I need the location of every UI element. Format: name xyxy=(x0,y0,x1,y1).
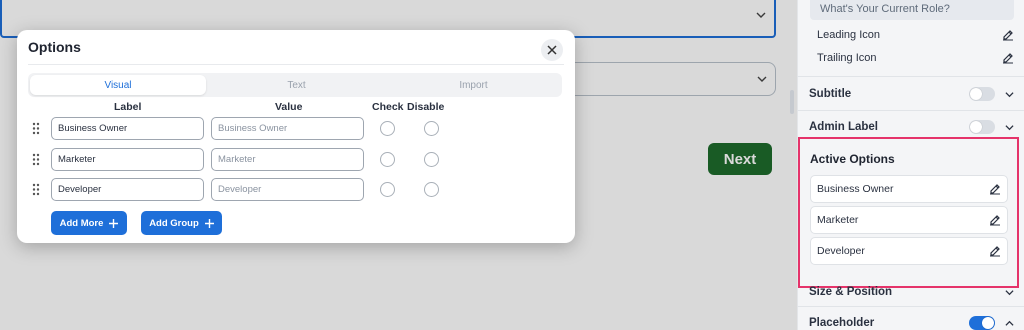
placeholder-toggle[interactable] xyxy=(969,316,995,330)
option-row: Business Owner Business Owner xyxy=(32,117,452,141)
drag-handle-icon[interactable] xyxy=(32,153,40,166)
edit-icon[interactable] xyxy=(989,183,1001,195)
add-group-label: Add Group xyxy=(149,217,199,229)
option-row: Marketer Marketer xyxy=(32,148,452,172)
edit-icon[interactable] xyxy=(1002,52,1014,64)
trailing-icon-row[interactable]: Trailing Icon xyxy=(817,52,1014,64)
size-position-row[interactable]: Size & Position xyxy=(809,286,1014,298)
option-value-input[interactable]: Developer xyxy=(211,178,364,201)
add-more-label: Add More xyxy=(59,217,104,229)
chevron-down-icon[interactable] xyxy=(1005,123,1014,132)
column-header-label: Label xyxy=(114,101,142,113)
size-position-label: Size & Position xyxy=(809,286,893,298)
placeholder-preview[interactable]: What's Your Current Role? xyxy=(810,0,1014,20)
column-header-check: Check xyxy=(372,101,404,113)
close-icon xyxy=(547,45,557,55)
admin-label-toggle[interactable] xyxy=(969,120,995,134)
admin-label-label: Admin Label xyxy=(809,121,879,133)
close-button[interactable] xyxy=(541,39,563,61)
placeholder-label: Placeholder xyxy=(809,317,875,329)
subtitle-label: Subtitle xyxy=(809,88,852,100)
active-option-item[interactable]: Developer xyxy=(810,237,1008,265)
tab-visual[interactable]: Visual xyxy=(30,75,206,95)
active-option-label: Business Owner xyxy=(817,183,894,195)
edit-icon[interactable] xyxy=(989,214,1001,226)
leading-icon-row[interactable]: Leading Icon xyxy=(817,29,1014,41)
trailing-icon-label: Trailing Icon xyxy=(817,52,877,64)
plus-icon xyxy=(204,218,214,228)
tab-import[interactable]: Import xyxy=(385,73,562,97)
disable-radio[interactable] xyxy=(424,152,439,167)
disable-radio[interactable] xyxy=(424,121,439,136)
disable-radio[interactable] xyxy=(424,182,439,197)
option-row: Developer Developer xyxy=(32,178,452,202)
scrollbar[interactable] xyxy=(790,90,794,114)
drag-handle-icon[interactable] xyxy=(32,183,40,196)
active-option-item[interactable]: Marketer xyxy=(810,206,1008,234)
chevron-down-icon[interactable] xyxy=(1005,288,1014,297)
leading-icon-label: Leading Icon xyxy=(817,29,880,41)
option-value-input[interactable]: Marketer xyxy=(211,148,364,171)
column-header-value: Value xyxy=(275,101,303,113)
tab-bar: Visual Text Import xyxy=(28,73,562,97)
placeholder-row[interactable]: Placeholder xyxy=(809,316,1014,330)
add-more-button[interactable]: Add More xyxy=(51,211,127,235)
active-option-label: Marketer xyxy=(817,214,859,226)
divider xyxy=(797,306,1024,307)
tab-text[interactable]: Text xyxy=(208,73,385,97)
active-options-title: Active Options xyxy=(810,152,895,166)
column-header-disable: Disable xyxy=(407,101,445,113)
option-label-input[interactable]: Business Owner xyxy=(51,117,204,140)
drag-handle-icon[interactable] xyxy=(32,122,40,135)
subtitle-row[interactable]: Subtitle xyxy=(809,87,1014,101)
edit-icon[interactable] xyxy=(1002,29,1014,41)
option-value-input[interactable]: Business Owner xyxy=(211,117,364,140)
divider xyxy=(797,110,1024,111)
add-group-button[interactable]: Add Group xyxy=(141,211,222,235)
option-label-input[interactable]: Developer xyxy=(51,178,204,201)
modal-title: Options xyxy=(28,39,81,55)
check-radio[interactable] xyxy=(380,121,395,136)
check-radio[interactable] xyxy=(380,152,395,167)
active-option-item[interactable]: Business Owner xyxy=(810,175,1008,203)
options-modal: Options Visual Text Import Label Value C… xyxy=(17,30,575,243)
subtitle-toggle[interactable] xyxy=(969,87,995,101)
chevron-up-icon[interactable] xyxy=(1005,319,1014,328)
active-option-label: Developer xyxy=(817,245,865,257)
edit-icon[interactable] xyxy=(989,245,1001,257)
plus-icon xyxy=(109,218,119,228)
chevron-down-icon[interactable] xyxy=(1005,90,1014,99)
divider xyxy=(28,64,564,65)
divider xyxy=(797,76,1024,77)
admin-label-row[interactable]: Admin Label xyxy=(809,120,1014,134)
option-label-input[interactable]: Marketer xyxy=(51,148,204,171)
check-radio[interactable] xyxy=(380,182,395,197)
